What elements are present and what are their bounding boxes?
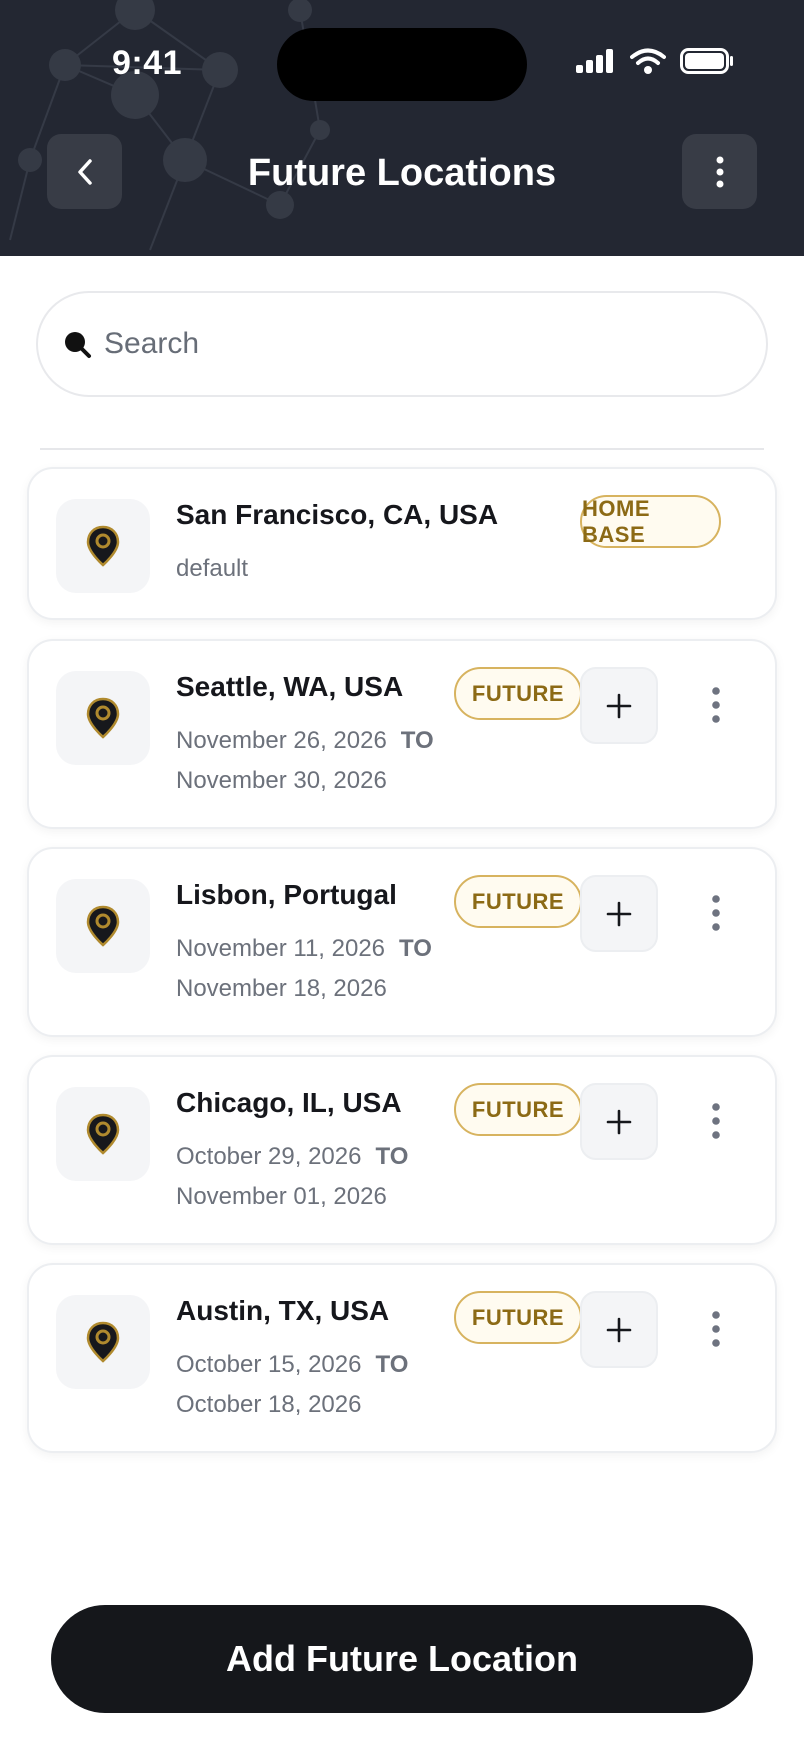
to-label: TO (375, 1351, 409, 1378)
future-badge: FUTURE (454, 1291, 582, 1344)
status-time: 9:41 (112, 44, 183, 82)
to-label: TO (375, 1143, 409, 1170)
more-vertical-icon (712, 1103, 720, 1139)
end-date: October 18, 2026 (176, 1391, 362, 1418)
location-subtitle: default (176, 555, 249, 582)
start-date: October 15, 2026 TO (176, 1351, 409, 1378)
location-card[interactable]: Lisbon, Portugal November 11, 2026 TO Nov… (27, 847, 777, 1037)
future-badge: FUTURE (454, 875, 582, 928)
card-more-button[interactable] (701, 1307, 731, 1351)
location-name: Chicago, IL, USA (176, 1087, 402, 1118)
future-locations-screen: 9:41 Future Locations Search San Francis… (0, 0, 804, 1748)
end-date: November 01, 2026 (176, 1183, 387, 1210)
location-card[interactable]: Chicago, IL, USA October 29, 2026 TO Nove… (27, 1055, 777, 1245)
search-icon (65, 332, 91, 358)
location-icon-box (56, 671, 150, 765)
more-vertical-icon (716, 156, 723, 187)
header: 9:41 Future Locations (0, 0, 804, 256)
plus-icon (606, 693, 632, 718)
map-pin-icon (86, 525, 120, 567)
divider (40, 448, 764, 450)
map-pin-icon (86, 697, 120, 739)
battery-icon (680, 48, 733, 74)
more-options-button[interactable] (682, 134, 757, 209)
to-label: TO (399, 935, 432, 962)
to-label: TO (400, 727, 434, 754)
plus-icon (606, 1317, 632, 1342)
map-pin-icon (86, 1321, 120, 1363)
location-card[interactable]: Seattle, WA, USA November 26, 2026 TO Nov… (27, 639, 777, 829)
cellular-signal-icon (576, 49, 613, 73)
location-name: Austin, TX, USA (176, 1295, 390, 1326)
location-name: Lisbon, Portugal (176, 879, 397, 910)
home-base-badge: HOME BASE (580, 495, 721, 548)
future-badge: FUTURE (454, 1083, 582, 1136)
future-badge: FUTURE (454, 667, 582, 720)
map-pin-icon (86, 905, 120, 947)
start-date: November 11, 2026 TO (176, 935, 432, 962)
card-more-button[interactable] (701, 891, 731, 935)
wifi-icon (630, 48, 666, 74)
plus-icon (606, 901, 632, 926)
end-date: November 18, 2026 (176, 975, 387, 1002)
card-more-button[interactable] (701, 683, 731, 727)
location-icon-box (56, 1295, 150, 1389)
add-button[interactable] (580, 1291, 658, 1368)
add-button[interactable] (580, 1083, 658, 1160)
map-pin-icon (86, 1113, 120, 1155)
location-name: San Francisco, CA, USA (176, 499, 499, 530)
location-card[interactable]: Austin, TX, USA October 15, 2026 TO Octob… (27, 1263, 777, 1453)
more-vertical-icon (712, 687, 720, 723)
more-vertical-icon (712, 895, 720, 931)
add-button[interactable] (580, 875, 658, 952)
location-icon-box (56, 1087, 150, 1181)
plus-icon (606, 1109, 632, 1134)
dynamic-island (277, 28, 527, 101)
start-date: October 29, 2026 TO (176, 1143, 409, 1170)
start-date: November 26, 2026 TO (176, 727, 434, 754)
search-input[interactable] (104, 327, 664, 361)
location-icon-box (56, 499, 150, 593)
card-more-button[interactable] (701, 1099, 731, 1143)
home-location-card[interactable]: San Francisco, CA, USA default HOME BASE (27, 467, 777, 620)
more-vertical-icon (712, 1311, 720, 1347)
add-future-location-button[interactable]: Add Future Location (51, 1605, 753, 1713)
status-icons (576, 48, 734, 74)
end-date: November 30, 2026 (176, 767, 387, 794)
add-button[interactable] (580, 667, 658, 744)
search-bar[interactable] (36, 291, 768, 397)
location-name: Seattle, WA, USA (176, 671, 404, 702)
location-icon-box (56, 879, 150, 973)
